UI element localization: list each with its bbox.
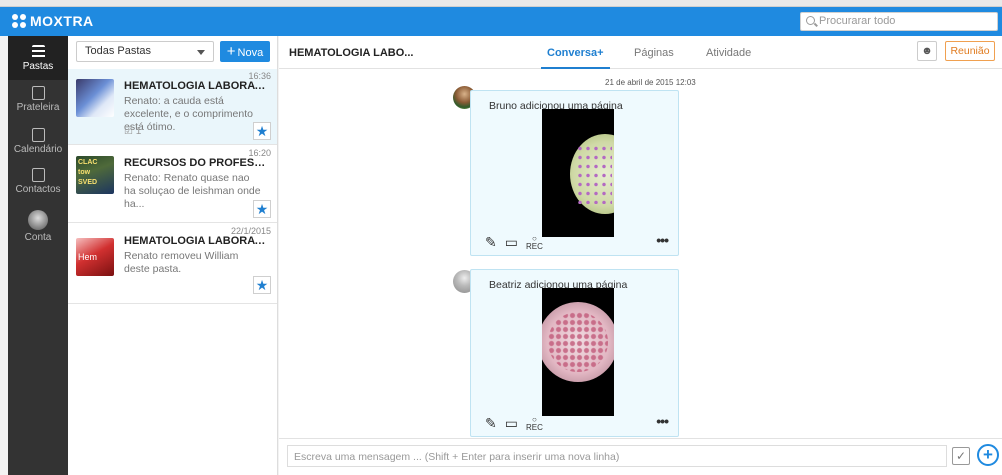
- list-item[interactable]: CLAC tow SVED 16:20 RECURSOS DO PROFESSOR …: [68, 146, 277, 223]
- sidebar: Pastas Prateleira Calendário Contactos C…: [8, 36, 68, 475]
- post-timestamp: 21 de abril de 2015 12:03: [605, 78, 696, 87]
- tab-atividade[interactable]: Atividade: [706, 47, 751, 59]
- post-card[interactable]: Bruno adicionou uma página ✎ ▭ ○ REC •••: [470, 90, 679, 256]
- logo[interactable]: MOXTRA: [12, 13, 94, 29]
- sidebar-item-conta[interactable]: Conta: [8, 210, 68, 246]
- thumbnail-word: Hem: [78, 252, 98, 262]
- conversation-title: HEMATOLOGIA LABORATORI...: [124, 80, 269, 92]
- thumbnail-word: SVED: [78, 179, 98, 186]
- task-count-value: 1: [135, 126, 142, 137]
- sidebar-item-label: Calendário: [13, 144, 63, 155]
- list-item[interactable]: Hem 22/1/2015 HEMATOLOGIA LABORATORI... …: [68, 224, 277, 304]
- post-toolbar: ✎ ▭ ○ REC: [485, 234, 543, 251]
- sidebar-item-label: Conta: [24, 232, 52, 243]
- conversation-preview: Renato: Renato quase nao ha soluçao de l…: [124, 172, 261, 210]
- conversation-header: HEMATOLOGIA LABO... Conversa+ Páginas At…: [279, 36, 1002, 69]
- add-icon[interactable]: +: [977, 444, 999, 466]
- star-icon[interactable]: ★: [253, 122, 271, 140]
- calendar-icon: [31, 128, 45, 142]
- meeting-button[interactable]: Reunião: [945, 41, 995, 61]
- message-input[interactable]: Escreva uma mensagem ... (Shift + Enter …: [287, 445, 947, 467]
- message-placeholder: Escreva uma mensagem ... (Shift + Enter …: [294, 451, 620, 463]
- sidebar-item-prateleira[interactable]: Prateleira: [8, 86, 68, 122]
- star-icon[interactable]: ★: [253, 276, 271, 294]
- task-count: ☑ 1: [124, 126, 141, 137]
- pencil-icon[interactable]: ✎: [485, 415, 497, 432]
- checkbox-icon: ☑: [124, 126, 133, 137]
- post-toolbar: ✎ ▭ ○ REC: [485, 415, 543, 432]
- browser-strip: [0, 0, 1002, 7]
- conversation-title: RECURSOS DO PROFESSOR: [124, 157, 269, 169]
- sidebar-item-label: Contactos: [15, 184, 61, 195]
- sidebar-item-pastas[interactable]: Pastas: [8, 36, 68, 80]
- list-icon: [31, 45, 45, 59]
- plus-icon: +: [226, 43, 236, 60]
- blood-cell-dots: [548, 312, 608, 372]
- thumbnail-word: tow: [78, 169, 91, 176]
- search-icon: [806, 16, 815, 25]
- conversation-preview: Renato removeu William deste pasta.: [124, 250, 239, 275]
- chevron-down-icon: [197, 50, 205, 55]
- more-icon[interactable]: •••: [656, 232, 669, 248]
- list-item[interactable]: 16:36 HEMATOLOGIA LABORATORI... Renato: …: [68, 69, 277, 145]
- tab-paginas[interactable]: Páginas: [634, 47, 674, 59]
- contacts-icon: [31, 168, 45, 182]
- pencil-icon[interactable]: ✎: [485, 234, 497, 251]
- record-icon[interactable]: ○ REC: [525, 415, 543, 432]
- top-bar: MOXTRA Procurarar todo: [0, 7, 1002, 36]
- blood-cell-dots: [576, 144, 612, 204]
- star-icon[interactable]: ★: [253, 200, 271, 218]
- conversation-thumbnail: Hem: [76, 238, 114, 276]
- more-icon[interactable]: •••: [656, 413, 669, 429]
- conversation-title: HEMATOLOGIA LABORATORI...: [124, 235, 269, 247]
- avatar: [28, 210, 48, 230]
- record-icon[interactable]: ○ REC: [525, 234, 543, 251]
- message-feed[interactable]: 21 de abril de 2015 12:03 Bruno adiciono…: [279, 70, 1002, 438]
- tab-conversa[interactable]: Conversa+: [541, 47, 610, 69]
- logo-icon: [12, 14, 26, 28]
- conversation-list-panel: Todas Pastas + Nova 16:36 HEMATOLOGIA LAB…: [68, 36, 278, 475]
- page-title: HEMATOLOGIA LABO...: [289, 47, 414, 59]
- checkbox-icon[interactable]: ✓: [952, 447, 970, 465]
- record-label: REC: [525, 422, 543, 432]
- logo-text: MOXTRA: [30, 13, 94, 29]
- conversation-preview: Renato: a cauda está excelente, e o comp…: [124, 95, 253, 133]
- new-folder-label: Nova: [237, 47, 264, 59]
- record-label: REC: [525, 241, 543, 251]
- folder-select[interactable]: Todas Pastas: [76, 41, 214, 62]
- message-composer: Escreva uma mensagem ... (Shift + Enter …: [279, 438, 1002, 475]
- thumbnail-word: CLAC: [78, 159, 98, 166]
- new-folder-button[interactable]: + Nova: [220, 41, 270, 62]
- search-placeholder: Procurarar todo: [819, 15, 896, 27]
- conversation-thumbnail: [76, 79, 114, 117]
- folder-select-value: Todas Pastas: [85, 45, 152, 57]
- sidebar-item-label: Prateleira: [16, 102, 60, 113]
- sidebar-item-calendario[interactable]: Calendário: [8, 128, 68, 164]
- sidebar-item-label: Pastas: [22, 61, 54, 72]
- people-settings-icon[interactable]: ☻: [917, 41, 937, 61]
- comment-icon[interactable]: ▭: [505, 234, 518, 251]
- search-input[interactable]: Procurarar todo: [800, 12, 998, 31]
- shelf-icon: [31, 86, 45, 100]
- page-thumbnail[interactable]: [542, 109, 614, 237]
- page-thumbnail[interactable]: [542, 288, 614, 416]
- comment-icon[interactable]: ▭: [505, 415, 518, 432]
- sidebar-item-contactos[interactable]: Contactos: [8, 168, 68, 204]
- conversation-main: HEMATOLOGIA LABO... Conversa+ Páginas At…: [279, 36, 1002, 475]
- conversation-thumbnail: CLAC tow SVED: [76, 156, 114, 194]
- post-card[interactable]: Beatriz adicionou uma página ✎ ▭ ○ REC ••…: [470, 269, 679, 437]
